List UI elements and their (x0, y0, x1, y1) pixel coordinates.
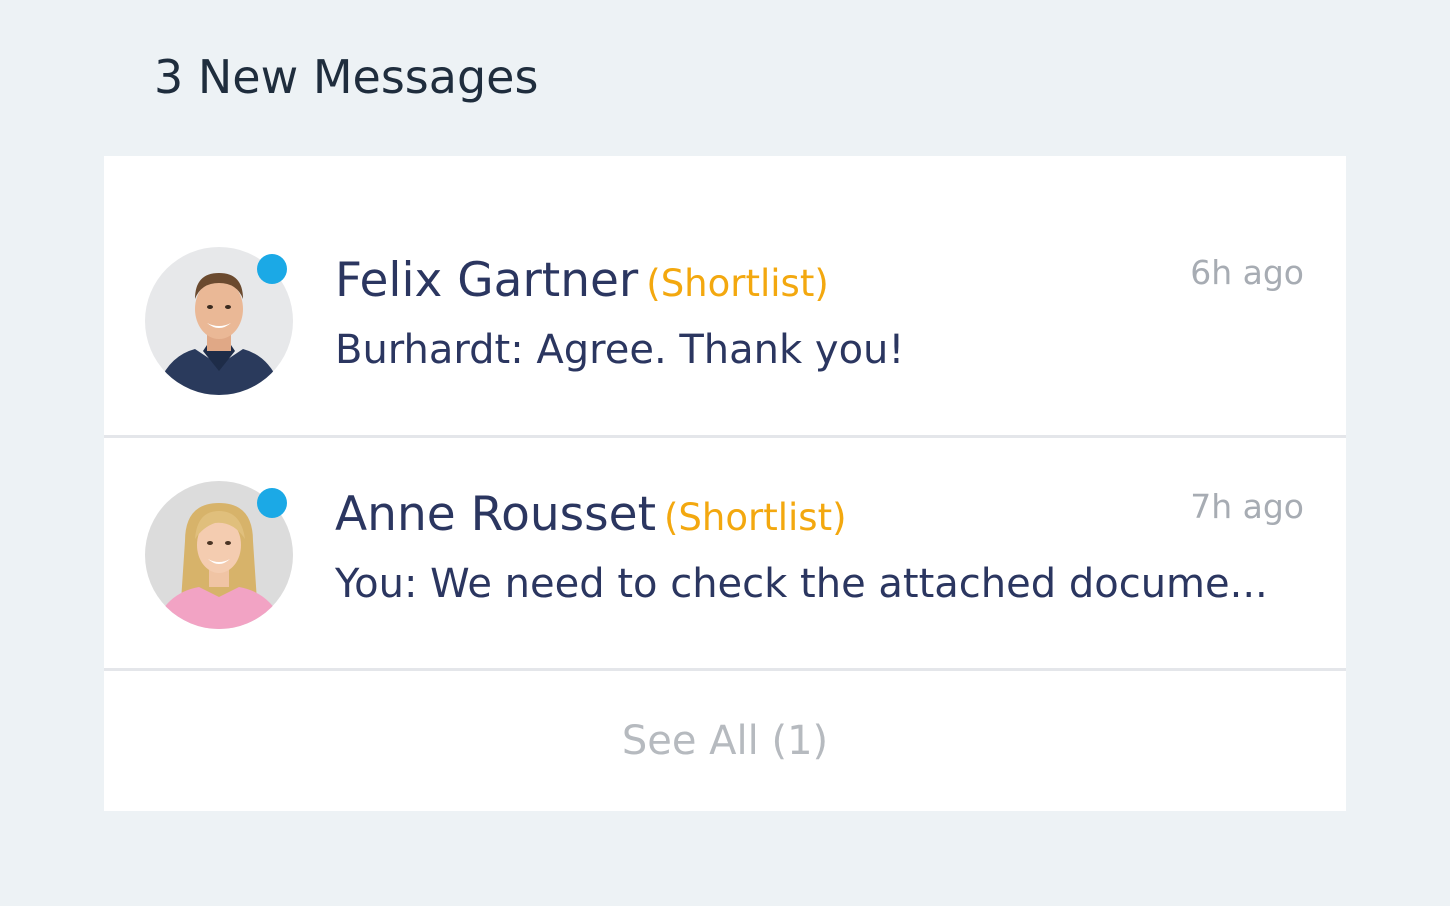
messages-panel: Felix Gartner (Shortlist) 6h ago Burhardt… (104, 156, 1346, 811)
page-title: 3 New Messages (154, 50, 539, 104)
see-all-label: See All (1) (621, 718, 829, 764)
shortlist-tag: (Shortlist) (664, 496, 847, 539)
online-dot-icon (257, 254, 287, 284)
sender-line: Felix Gartner (Shortlist) (335, 253, 829, 308)
shortlist-tag: (Shortlist) (646, 262, 829, 305)
message-timestamp: 7h ago (1190, 487, 1304, 526)
avatar-container (145, 481, 293, 629)
see-all-button[interactable]: See All (1) (104, 671, 1346, 811)
sender-name[interactable]: Felix Gartner (335, 253, 638, 308)
message-item-anne-rousset[interactable]: Anne Rousset (Shortlist) 7h ago You: We n… (104, 437, 1346, 669)
message-item-felix-gartner[interactable]: Felix Gartner (Shortlist) 6h ago Burhardt… (104, 203, 1346, 435)
avatar-container (145, 247, 293, 395)
message-preview: Burhardt: Agree. Thank you! (335, 327, 905, 373)
online-dot-icon (257, 488, 287, 518)
sender-name[interactable]: Anne Rousset (335, 487, 656, 542)
sender-line: Anne Rousset (Shortlist) (335, 487, 847, 542)
message-timestamp: 6h ago (1190, 253, 1304, 292)
message-preview: You: We need to check the attached docum… (335, 561, 1268, 607)
